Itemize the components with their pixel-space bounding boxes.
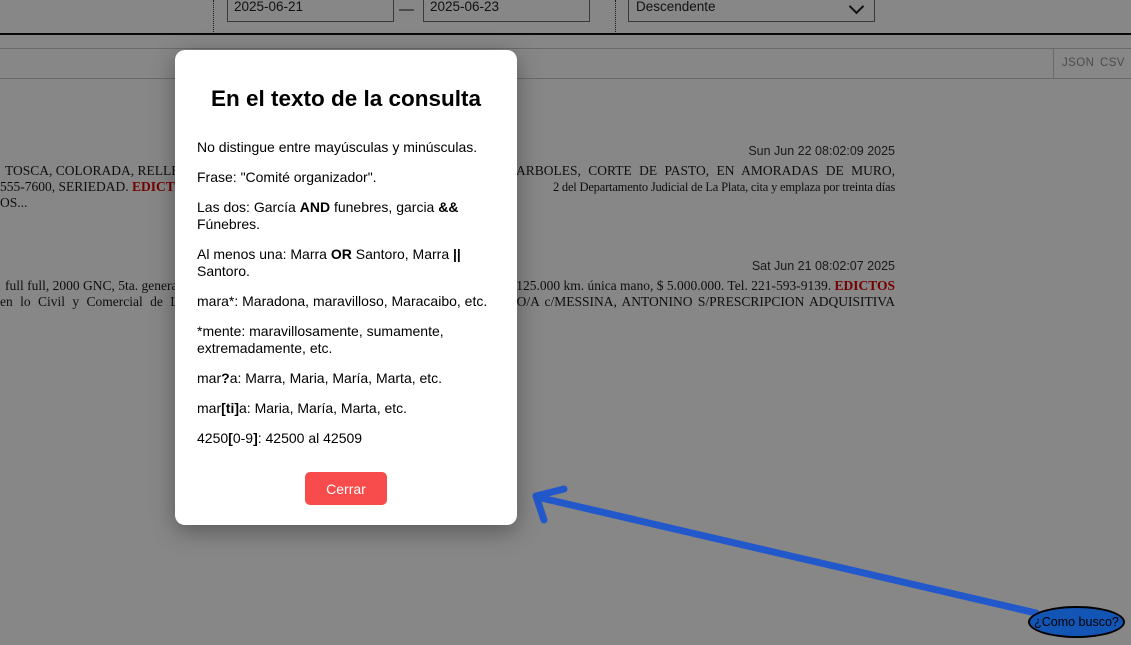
help-button-label: ¿Como busco? xyxy=(1034,615,1119,629)
modal-paragraph: Las dos: García AND funebres, garcia && … xyxy=(197,199,495,233)
close-button[interactable]: Cerrar xyxy=(305,472,387,505)
modal-title: En el texto de la consulta xyxy=(197,86,495,112)
modal-paragraph: Al menos una: Marra OR Santoro, Marra ||… xyxy=(197,246,495,280)
modal-paragraph: Frase: "Comité organizador". xyxy=(197,169,495,186)
modal-paragraph: mara*: Maradona, maravilloso, Maracaibo,… xyxy=(197,293,495,310)
modal-overlay[interactable] xyxy=(0,0,1131,645)
help-button[interactable]: ¿Como busco? xyxy=(1028,606,1125,638)
modal-body: No distingue entre mayúsculas y minúscul… xyxy=(197,139,495,447)
modal-footer: Cerrar xyxy=(197,472,495,505)
modal-paragraph: No distingue entre mayúsculas y minúscul… xyxy=(197,139,495,156)
modal-paragraph: *mente: maravillosamente, sumamente, ext… xyxy=(197,323,495,357)
modal-paragraph: 4250[0-9]: 42500 al 42509 xyxy=(197,430,495,447)
modal-paragraph: mar?a: Marra, Maria, María, Marta, etc. xyxy=(197,370,495,387)
modal-paragraph: mar[ti]a: Maria, María, Marta, etc. xyxy=(197,400,495,417)
search-help-modal: En el texto de la consulta No distingue … xyxy=(175,50,517,525)
